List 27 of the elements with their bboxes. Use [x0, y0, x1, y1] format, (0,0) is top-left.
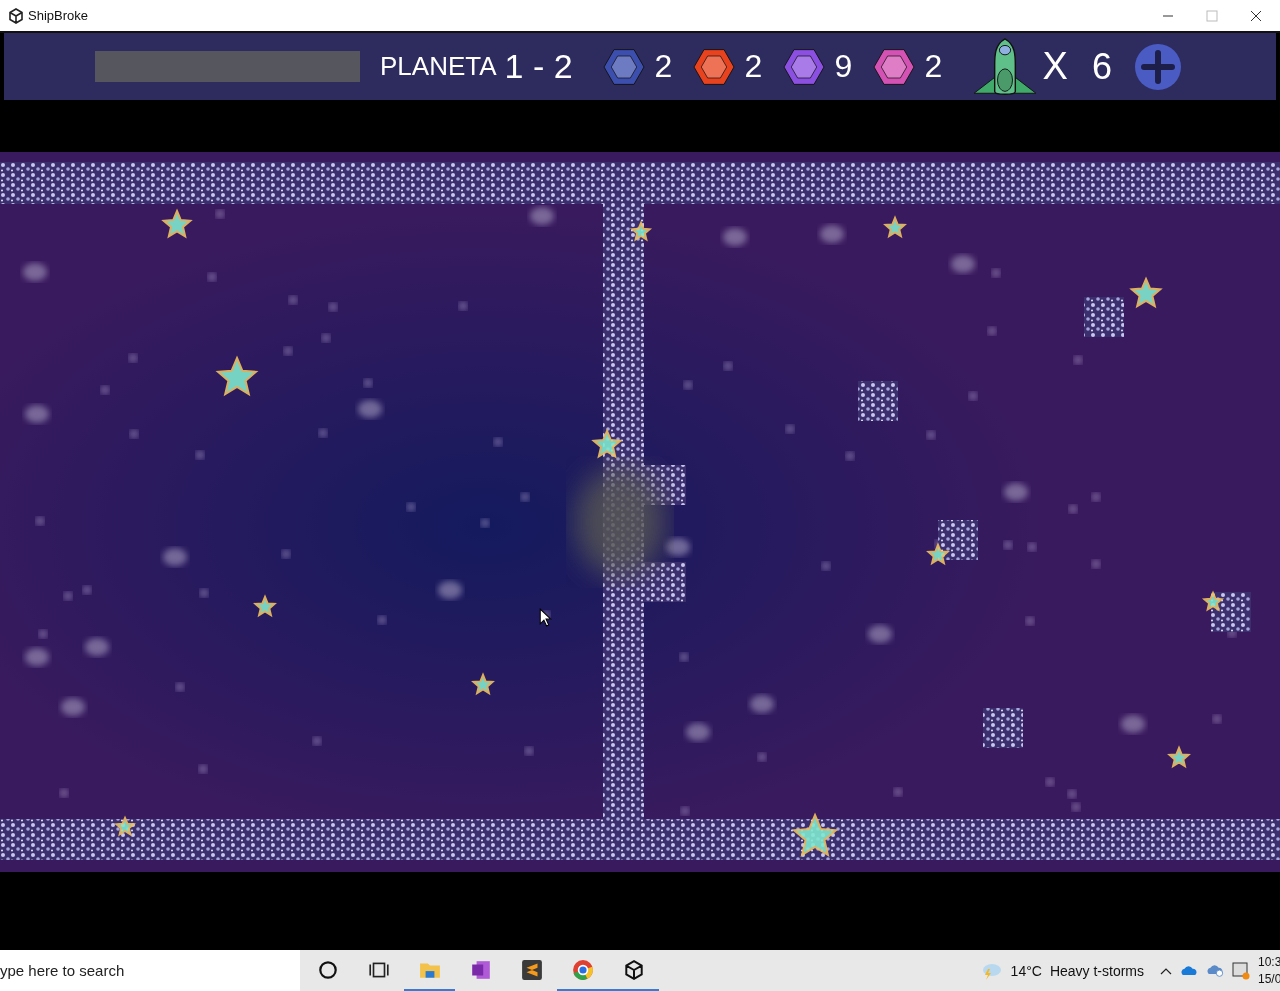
cloud-icon[interactable]: [1180, 964, 1198, 977]
gem-count: 2: [924, 48, 944, 85]
clock-time[interactable]: 10:3: [1258, 953, 1280, 971]
gem-count: 9: [834, 48, 854, 85]
add-icon[interactable]: [1134, 42, 1182, 91]
gem-count: 2: [654, 48, 674, 85]
mouse-cursor-icon: [539, 608, 552, 627]
weather-temperature[interactable]: 14°C: [1010, 962, 1042, 979]
close-icon[interactable]: [1250, 9, 1262, 22]
weather-condition[interactable]: Heavy t-storms: [1049, 962, 1144, 979]
gem-count: 2: [744, 48, 764, 85]
planet-number: 1 - 2: [504, 47, 573, 86]
cloud-sync-icon[interactable]: [1206, 964, 1224, 977]
unity-logo-icon: [8, 7, 24, 24]
editor-app-icon: [520, 958, 543, 981]
chevron-up-icon[interactable]: [1160, 966, 1172, 975]
planet-label: PLANETA: [380, 51, 497, 82]
notebook-app-icon: [469, 958, 492, 981]
lives-multiplier: X: [1042, 45, 1068, 88]
window-title: ShipBroke: [28, 8, 88, 23]
notification-app-icon[interactable]: [1232, 961, 1250, 980]
cube-logo-icon: [622, 958, 645, 981]
lives-count: 6: [1091, 45, 1112, 88]
browser-icon: [571, 958, 594, 981]
circle-icon: [316, 958, 339, 981]
clock-date[interactable]: 15/0: [1258, 970, 1280, 988]
search-field[interactable]: ype here to search: [0, 950, 300, 991]
